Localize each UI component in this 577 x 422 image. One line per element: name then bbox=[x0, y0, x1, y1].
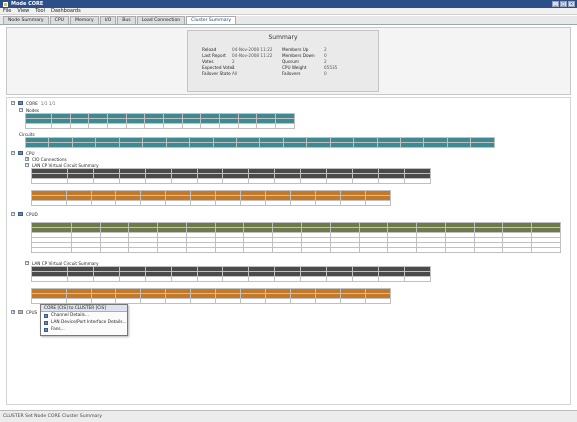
summary-value: 04-Nov-2008 11:22 bbox=[232, 47, 273, 52]
menu-view[interactable]: View bbox=[17, 8, 29, 14]
menu-item-fans[interactable]: Fans... bbox=[41, 326, 127, 333]
summary-key: Quorum bbox=[282, 59, 299, 64]
vc-summary-table bbox=[31, 168, 432, 184]
tree-root-extra: 1/1 1/1 bbox=[40, 100, 56, 106]
context-menu: CORE [CIS] to CLUSTER [CIS] Channel Deta… bbox=[40, 304, 128, 336]
tab-cpu[interactable]: CPU bbox=[49, 16, 69, 24]
tree-node-label: LAN CP Virtual Circuit Summary bbox=[32, 260, 99, 266]
expand-toggle-icon[interactable]: + bbox=[11, 310, 15, 314]
summary-value: 2 bbox=[232, 59, 235, 64]
minimize-button[interactable]: _ bbox=[552, 1, 559, 7]
tree-node-label: CPUD bbox=[26, 211, 38, 217]
window-titlebar: Mode CORE _ □ × bbox=[0, 0, 577, 8]
summary-value: 04-Nov-2008 11:22 bbox=[232, 53, 273, 58]
summary-key: Last Report bbox=[202, 53, 226, 58]
summary-panel: Summary Reload 04-Nov-2008 11:22 Members… bbox=[6, 27, 571, 95]
summary-key: Votes bbox=[202, 59, 214, 64]
summary-value: 65535 bbox=[324, 65, 338, 70]
summary-value: 2 bbox=[324, 59, 327, 64]
tree-node-label: Circuits bbox=[19, 131, 35, 137]
tree-node-label: CPUS bbox=[26, 309, 38, 315]
summary-key: Failover State bbox=[202, 71, 231, 76]
collapse-toggle-icon[interactable]: − bbox=[25, 163, 29, 167]
collapse-toggle-icon[interactable]: − bbox=[11, 101, 15, 105]
summary-value: 2 bbox=[232, 65, 235, 70]
menu-item-label: Fans... bbox=[51, 327, 65, 332]
nodes-table bbox=[25, 113, 295, 129]
close-button[interactable]: × bbox=[568, 1, 575, 7]
summary-key: CPU Weight bbox=[282, 65, 307, 70]
tree-node-label: Nodes bbox=[26, 107, 40, 113]
channel-table bbox=[31, 190, 391, 206]
summary-title: Summary bbox=[268, 34, 298, 41]
circuits-table bbox=[24, 137, 495, 148]
summary-key: Members Down bbox=[282, 53, 315, 58]
node-icon bbox=[18, 151, 23, 155]
lan-device-icon bbox=[44, 320, 48, 325]
expand-toggle-icon[interactable]: + bbox=[25, 157, 29, 161]
summary-key: Members Up bbox=[282, 47, 309, 52]
summary-key: Reload bbox=[202, 47, 217, 52]
menu-item-channel-details[interactable]: Channel Details... bbox=[41, 312, 127, 319]
fan-icon bbox=[44, 327, 48, 332]
summary-value: 0 bbox=[324, 71, 327, 76]
summary-value: 0 bbox=[324, 53, 327, 58]
summary-grid: Reload 04-Nov-2008 11:22 Members Up 2 La… bbox=[202, 47, 370, 76]
tab-load-connection[interactable]: Load Connection bbox=[136, 16, 186, 24]
summary-key: Expected Votes bbox=[202, 65, 235, 70]
node-icon bbox=[18, 310, 23, 314]
context-menu-header: CORE [CIS] to CLUSTER [CIS] bbox=[41, 305, 127, 312]
vc-summary-table-2 bbox=[31, 266, 432, 282]
tab-cluster-summary[interactable]: Cluster Summary bbox=[186, 16, 237, 24]
status-text: CLUSTER Set Node CORE Cluster Summary bbox=[3, 414, 102, 419]
tree-root-row[interactable]: − CORE 1/1 1/1 bbox=[11, 100, 56, 106]
collapse-toggle-icon[interactable]: − bbox=[11, 212, 15, 216]
summary-value: All bbox=[232, 71, 238, 76]
tab-bus[interactable]: Bus bbox=[117, 16, 136, 24]
maximize-button[interactable]: □ bbox=[560, 1, 567, 7]
tab-strip: Node Summary CPU Memory I/O Bus Load Con… bbox=[0, 16, 577, 25]
summary-key: Failovers bbox=[282, 71, 301, 76]
channel-icon bbox=[44, 313, 48, 318]
menubar: File View Tool Dashboards bbox=[0, 8, 577, 15]
menu-item-label: Channel Details... bbox=[51, 313, 90, 318]
statusbar: CLUSTER Set Node CORE Cluster Summary bbox=[0, 410, 577, 422]
tree-root-label: CORE bbox=[26, 100, 38, 106]
window-controls: _ □ × bbox=[552, 1, 577, 7]
tree-node-row[interactable]: + CPUS bbox=[11, 309, 37, 315]
tree-node-label: LAN CP Virtual Circuit Summary bbox=[32, 162, 99, 168]
collapse-toggle-icon[interactable]: − bbox=[19, 108, 23, 112]
node-icon bbox=[18, 212, 23, 216]
window-title: Mode CORE bbox=[11, 1, 44, 7]
cluster-icon bbox=[18, 101, 23, 105]
menu-file[interactable]: File bbox=[3, 8, 11, 14]
tree-node-label: CIO Connections bbox=[32, 156, 67, 162]
menu-item-label: LAN Device/Port Interface Details... bbox=[51, 320, 127, 325]
channel-table-2 bbox=[31, 288, 391, 304]
tree-node-label: CPU bbox=[26, 150, 35, 156]
summary-value: 2 bbox=[324, 47, 327, 52]
collapse-toggle-icon[interactable]: − bbox=[25, 261, 29, 265]
tree-node-row[interactable]: − CPUD bbox=[11, 211, 38, 217]
tab-node-summary[interactable]: Node Summary bbox=[3, 16, 49, 24]
tab-memory[interactable]: Memory bbox=[70, 16, 99, 24]
menu-tool[interactable]: Tool bbox=[35, 8, 45, 14]
tab-io[interactable]: I/O bbox=[99, 16, 117, 24]
collapse-toggle-icon[interactable]: − bbox=[11, 151, 15, 155]
cluster-tree: − CORE 1/1 1/1 − Nodes Circuits − CPU + … bbox=[6, 97, 571, 405]
summary-box: Summary Reload 04-Nov-2008 11:22 Members… bbox=[187, 30, 379, 92]
app-icon bbox=[3, 1, 8, 7]
menu-item-lan-device-details[interactable]: LAN Device/Port Interface Details... bbox=[41, 319, 127, 326]
menu-dashboards[interactable]: Dashboards bbox=[51, 8, 81, 14]
cpud-table bbox=[31, 222, 561, 253]
